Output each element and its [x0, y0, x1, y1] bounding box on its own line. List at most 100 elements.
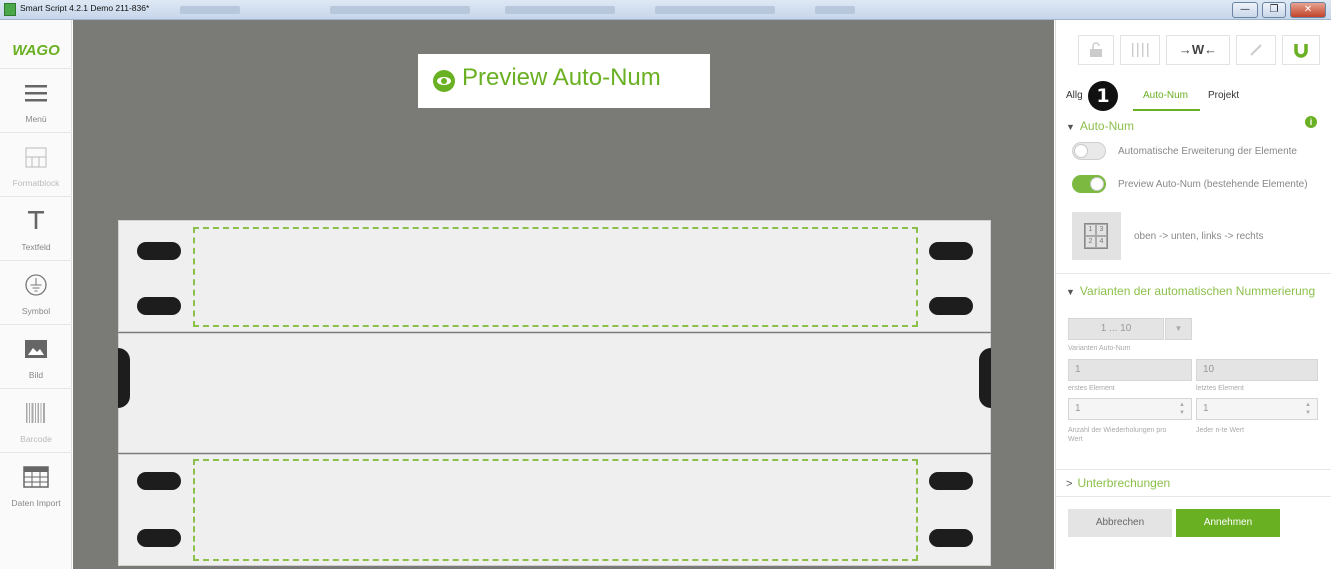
left-toolbar: WAGO Menü Formatblock Textfeld Symbol Bi… [0, 20, 72, 569]
textfield-button[interactable]: Textfeld [0, 196, 72, 260]
step-marker: 1 [1088, 81, 1118, 111]
repetitions-caption-line1: Anzahl der Wiederholungen pro [1068, 427, 1167, 434]
wago-logo: WAGO [12, 42, 60, 59]
mounting-hole [929, 242, 973, 260]
mounting-hole [137, 529, 181, 547]
menu-label: Menü [25, 114, 47, 124]
design-canvas[interactable]: Preview Auto-Num [73, 20, 1054, 569]
marker-field-top[interactable] [193, 227, 918, 327]
accept-button[interactable]: Annehmen [1176, 509, 1280, 537]
strip-notch-right [979, 348, 991, 408]
last-element-caption: letztes Element [1196, 385, 1244, 392]
toggle-knob [1074, 144, 1088, 158]
magnet-icon [1294, 44, 1308, 58]
menu-button[interactable]: Menü [0, 68, 72, 132]
auto-extend-toggle[interactable] [1072, 142, 1106, 160]
section-divider [1056, 469, 1331, 470]
variants-select[interactable]: 1 ... 10 [1068, 318, 1164, 340]
nth-value-stepper[interactable]: 1 ▲ ▼ [1196, 398, 1318, 420]
first-element-caption: erstes Element [1068, 385, 1115, 392]
order-cell: 1 [1085, 224, 1096, 236]
columns-button[interactable] [1120, 35, 1160, 65]
columns-icon [1132, 43, 1149, 57]
barcode-icon [26, 403, 45, 423]
data-import-label: Daten Import [11, 498, 61, 508]
app-icon [4, 3, 16, 16]
text-icon [28, 211, 44, 229]
marker-strip-bottom[interactable] [118, 454, 991, 566]
magnet-button[interactable] [1282, 35, 1320, 65]
symbol-label: Symbol [21, 306, 51, 316]
preview-autonum-toggle[interactable] [1072, 175, 1106, 193]
chevron-down-icon: ▼ [1174, 324, 1183, 333]
textfield-label: Textfeld [21, 242, 51, 252]
data-import-button[interactable]: Daten Import [0, 452, 72, 516]
mounting-hole [137, 297, 181, 315]
chevron-right-icon: > [1066, 478, 1073, 490]
chevron-down-icon: ▼ [1066, 287, 1075, 297]
mounting-hole [137, 242, 181, 260]
variants-select-caption: Varianten Auto-Num [1068, 345, 1131, 352]
preview-autonum-label: Preview Auto-Num (bestehende Elemente) [1118, 179, 1308, 190]
lock-button[interactable] [1078, 35, 1114, 65]
unlock-icon [1090, 42, 1102, 57]
nth-value: 1 [1203, 403, 1209, 414]
stepper-arrows-icon[interactable]: ▲ ▼ [1305, 401, 1313, 417]
autonum-section-title: Auto-Num [1079, 119, 1134, 133]
first-element-value: 1 [1075, 364, 1081, 375]
variants-dropdown-button[interactable]: ▼ [1165, 318, 1192, 340]
variants-select-value: 1 ... 10 [1100, 323, 1132, 334]
formatblock-label: Formatblock [12, 178, 60, 188]
background-tab [655, 6, 775, 14]
window-title: Smart Script 4.2.1 Demo 211-836* [20, 3, 150, 13]
symbol-button[interactable]: Symbol [0, 260, 72, 324]
mounting-hole [929, 472, 973, 490]
last-element-input[interactable]: 10 [1196, 359, 1318, 381]
nth-value-caption: Jeder n-te Wert [1196, 427, 1245, 434]
marker-strip-middle[interactable] [118, 333, 991, 453]
variants-section-title: Varianten der automatischen Nummerierung [1079, 284, 1316, 298]
active-tab-indicator [1133, 109, 1200, 111]
barcode-label: Barcode [20, 434, 52, 444]
magic-wand-button[interactable] [1236, 35, 1276, 65]
window-title-bar: Smart Script 4.2.1 Demo 211-836* — ❐ ✕ [0, 0, 1331, 20]
order-cell: 2 [1085, 236, 1096, 248]
numbering-order-button[interactable]: 1 3 2 4 [1072, 212, 1121, 260]
last-element-value: 10 [1203, 364, 1215, 375]
order-cell: 3 [1096, 224, 1107, 236]
barcode-button[interactable]: Barcode [0, 388, 72, 452]
repetitions-caption-line2: Wert [1068, 436, 1083, 443]
stepper-arrows-icon[interactable]: ▲ ▼ [1179, 401, 1187, 417]
image-icon [25, 340, 47, 358]
cancel-button[interactable]: Abbrechen [1068, 509, 1172, 537]
ground-symbol-icon [25, 274, 47, 296]
repetitions-stepper[interactable]: 1 ▲ ▼ [1068, 398, 1192, 420]
variants-section-header[interactable]: ▼ Varianten der automatischen Nummerierun… [1066, 284, 1315, 298]
tab-auto-num[interactable]: Auto-Num [1143, 90, 1188, 101]
info-icon[interactable]: i [1305, 116, 1317, 128]
marker-field-bottom[interactable] [193, 459, 918, 561]
preview-autonum-badge: Preview Auto-Num [418, 54, 710, 108]
close-button[interactable]: ✕ [1290, 2, 1326, 18]
formatblock-button[interactable]: Formatblock [0, 132, 72, 196]
first-element-input[interactable]: 1 [1068, 359, 1192, 381]
marker-strip-top[interactable] [118, 220, 991, 332]
autonum-section-header[interactable]: ▼ Auto-Num [1066, 119, 1134, 133]
numbering-order-icon: 1 3 2 4 [1084, 223, 1108, 249]
auto-extend-label: Automatische Erweiterung der Elemente [1118, 146, 1297, 157]
section-divider [1056, 496, 1331, 497]
maximize-button[interactable]: ❐ [1262, 2, 1286, 18]
hamburger-icon [25, 85, 47, 102]
interruptions-section-header[interactable]: > Unterbrechungen [1066, 476, 1170, 490]
tab-allgemein[interactable]: Allg [1066, 90, 1083, 101]
minimize-button[interactable]: — [1232, 2, 1258, 18]
section-divider [1056, 273, 1331, 274]
repetitions-value: 1 [1075, 403, 1081, 414]
image-button[interactable]: Bild [0, 324, 72, 388]
tab-projekt[interactable]: Projekt [1208, 90, 1239, 101]
toggle-knob [1090, 177, 1104, 191]
format-block-icon [25, 147, 47, 168]
background-tab [180, 6, 240, 14]
fit-width-button[interactable]: →W← [1166, 35, 1230, 65]
preview-autonum-text: Preview Auto-Num [462, 64, 661, 91]
